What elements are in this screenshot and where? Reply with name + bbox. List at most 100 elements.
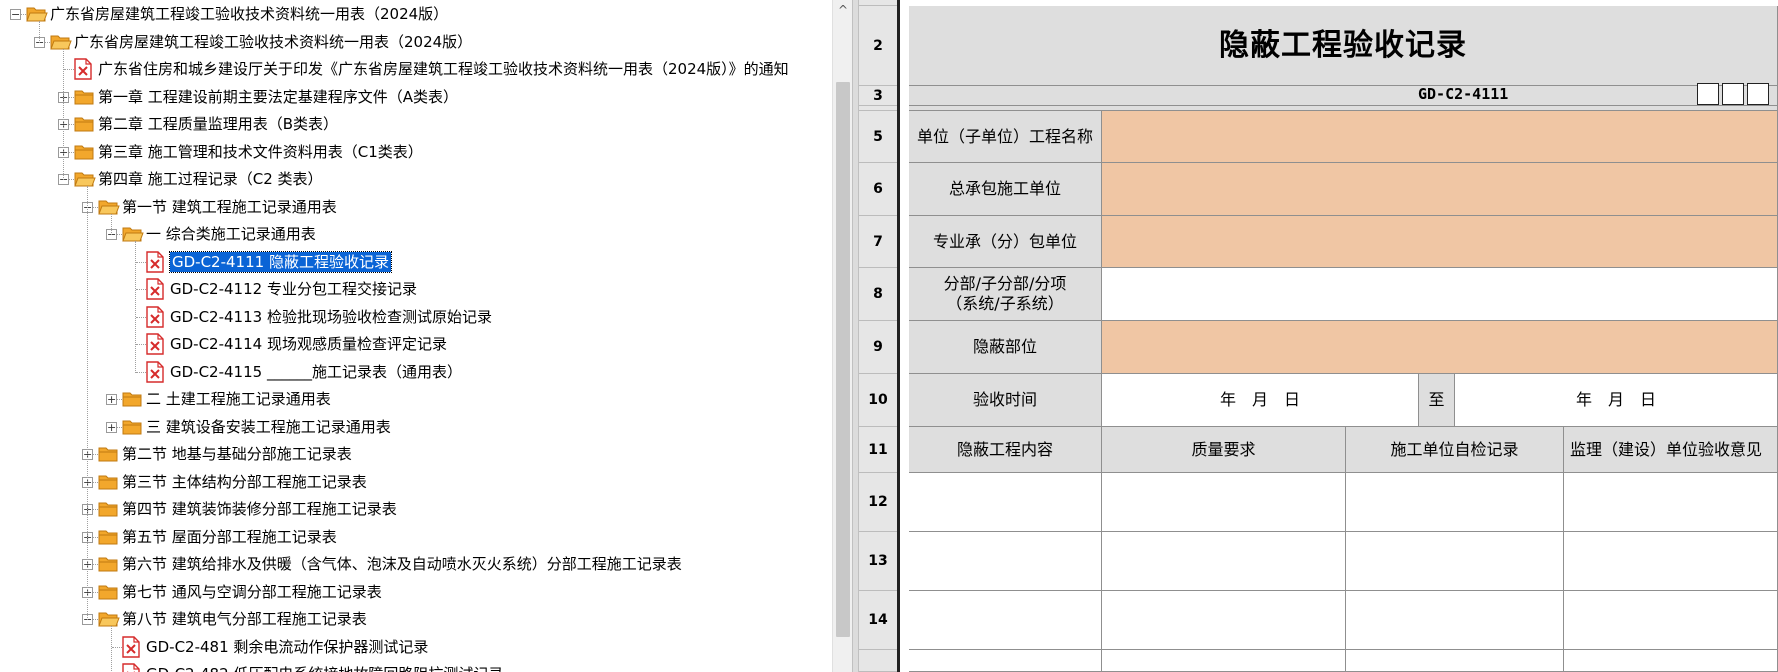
tree-item-label[interactable]: 一 综合类施工记录通用表	[146, 224, 316, 244]
tree-item-folder[interactable]: + 第七节 通风与空调分部工程施工记录表	[0, 579, 830, 606]
label-acceptance-time[interactable]: 验收时间	[909, 374, 1102, 427]
input-division[interactable]	[1102, 268, 1778, 321]
row-header-10[interactable]: 10	[859, 374, 897, 427]
tree-item-label[interactable]: GD-C2-4114 现场观感质量检查评定记录	[170, 334, 447, 354]
row-header-5[interactable]: 5	[859, 111, 897, 163]
col-header-self-check[interactable]: 施工单位自检记录	[1346, 427, 1564, 473]
row-header-12[interactable]: 12	[859, 473, 897, 532]
scroll-up-arrow-icon[interactable]: ^	[833, 0, 853, 20]
tree-item-document[interactable]: GD-C2-4112 专业分包工程交接记录	[0, 276, 830, 303]
tree-item-label[interactable]: 第四节 建筑装饰装修分部工程施工记录表	[122, 499, 397, 519]
tree-item-folder[interactable]: + 第二章 工程质量监理用表（B类表）	[0, 111, 830, 138]
tree-item-folder[interactable]: − 一 综合类施工记录通用表	[0, 221, 830, 248]
tree-item-folder[interactable]: + 三 建筑设备安装工程施工记录通用表	[0, 414, 830, 441]
tree-item-folder[interactable]: − 第一节 建筑工程施工记录通用表	[0, 194, 830, 221]
tree-item-folder[interactable]: + 第三章 施工管理和技术文件资料用表（C1类表）	[0, 139, 830, 166]
input-hidden-location[interactable]	[1102, 321, 1778, 374]
code-box-1[interactable]	[1697, 83, 1719, 105]
col-header-quality[interactable]: 质量要求	[1102, 427, 1346, 473]
tree-item-folder[interactable]: + 第二节 地基与基础分部施工记录表	[0, 441, 830, 468]
code-box-2[interactable]	[1722, 83, 1744, 105]
label-general-contractor[interactable]: 总承包施工单位	[909, 163, 1102, 216]
tree-item-folder[interactable]: + 第一章 工程建设前期主要法定基建程序文件（A类表）	[0, 84, 830, 111]
tree-item-label[interactable]: 二 土建工程施工记录通用表	[146, 389, 331, 409]
tree-item-label[interactable]: GD-C2-4113 检验批现场验收检查测试原始记录	[170, 307, 492, 327]
cell-12-self-check[interactable]	[1346, 473, 1564, 532]
tree-item-folder[interactable]: − 第四章 施工过程记录（C2 类表）	[0, 166, 830, 193]
cell-12-content[interactable]	[909, 473, 1102, 532]
col-header-supervisor[interactable]: 监理（建设）单位验收意见	[1564, 427, 1778, 473]
label-hidden-location[interactable]: 隐蔽部位	[909, 321, 1102, 374]
col-header-content[interactable]: 隐蔽工程内容	[909, 427, 1102, 473]
tree-item-label[interactable]: 第三节 主体结构分部工程施工记录表	[122, 472, 367, 492]
cell-15-self-check[interactable]	[1346, 650, 1564, 672]
tree-item-folder[interactable]: + 第五节 屋面分部工程施工记录表	[0, 524, 830, 551]
cell-14-supervisor[interactable]	[1564, 591, 1778, 650]
tree-item-label[interactable]: 第四章 施工过程记录（C2 类表）	[98, 169, 323, 189]
tree-item-document[interactable]: GD-C2-482 低压配电系统接地故障回路阻抗测试记录	[0, 661, 830, 672]
label-subcontractor[interactable]: 专业承（分）包单位	[909, 216, 1102, 268]
tree-item-label[interactable]: 第二章 工程质量监理用表（B类表）	[98, 114, 338, 134]
tree-view-panel[interactable]: − 广东省房屋建筑工程竣工验收技术资料统一用表（2024版） − 广东省房屋建筑工程竣…	[0, 0, 855, 672]
tree-item-label[interactable]: 三 建筑设备安装工程施工记录通用表	[146, 417, 391, 437]
tree-item-label[interactable]: 第一节 建筑工程施工记录通用表	[122, 197, 337, 217]
tree-item-label[interactable]: 第六节 建筑给排水及供暖（含气体、泡沫及自动喷水灭火系统）分部工程施工记录表	[122, 554, 682, 574]
spreadsheet-view[interactable]: 2 3 5 6 7 8 9 10 11 12 13 14 隐蔽工程验收记录 GD…	[859, 0, 1778, 672]
row-header-3[interactable]: 3	[859, 86, 897, 106]
tree-item-document[interactable]: 广东省住房和城乡建设厅关于印发《广东省房屋建筑工程竣工验收技术资料统一用表（20…	[0, 56, 830, 83]
cell-15-supervisor[interactable]	[1564, 650, 1778, 672]
label-unit-project-name[interactable]: 单位（子单位）工程名称	[909, 111, 1102, 163]
tree-item-folder[interactable]: + 第六节 建筑给排水及供暖（含气体、泡沫及自动喷水灭火系统）分部工程施工记录表	[0, 551, 830, 578]
collapse-icon[interactable]: −	[10, 9, 21, 20]
tree-item-folder[interactable]: − 第八节 建筑电气分部工程施工记录表	[0, 606, 830, 633]
row-header-2[interactable]: 2	[859, 6, 897, 86]
row-header-6[interactable]: 6	[859, 163, 897, 216]
tree-item-document[interactable]: GD-C2-481 剩余电流动作保护器测试记录	[0, 634, 830, 661]
row-header-13[interactable]: 13	[859, 532, 897, 591]
tree-item-label[interactable]: 广东省住房和城乡建设厅关于印发《广东省房屋建筑工程竣工验收技术资料统一用表（20…	[98, 59, 789, 79]
cell-12-supervisor[interactable]	[1564, 473, 1778, 532]
cell-12-quality[interactable]	[1102, 473, 1346, 532]
label-date-to[interactable]: 至	[1419, 374, 1455, 427]
cell-14-quality[interactable]	[1102, 591, 1346, 650]
tree-item-folder[interactable]: + 第四节 建筑装饰装修分部工程施工记录表	[0, 496, 830, 523]
input-subcontractor[interactable]	[1102, 216, 1778, 268]
row-header-11[interactable]: 11	[859, 427, 897, 473]
row-header-9[interactable]: 9	[859, 321, 897, 374]
label-division[interactable]: 分部/子分部/分项 （系统/子系统）	[909, 268, 1102, 321]
cell-15-content[interactable]	[909, 650, 1102, 672]
expand-icon[interactable]: +	[106, 422, 117, 433]
form-title[interactable]: 隐蔽工程验收记录	[909, 6, 1778, 86]
tree-item-label[interactable]: GD-C2-4112 专业分包工程交接记录	[170, 279, 417, 299]
cell-13-self-check[interactable]	[1346, 532, 1564, 591]
cell-15-quality[interactable]	[1102, 650, 1346, 672]
tree-item-label[interactable]: 广东省房屋建筑工程竣工验收技术资料统一用表（2024版）	[50, 4, 448, 24]
tree-item-label[interactable]: 第八节 建筑电气分部工程施工记录表	[122, 609, 367, 629]
input-date-to[interactable]: 年 月 日	[1455, 374, 1778, 427]
tree-item-label[interactable]: 第一章 工程建设前期主要法定基建程序文件（A类表）	[98, 87, 458, 107]
tree-item-label[interactable]: 第二节 地基与基础分部施工记录表	[122, 444, 352, 464]
cell-14-content[interactable]	[909, 591, 1102, 650]
tree-item-label[interactable]: 第五节 屋面分部工程施工记录表	[122, 527, 337, 547]
pane-splitter[interactable]	[852, 0, 859, 672]
tree-item-label[interactable]: 广东省房屋建筑工程竣工验收技术资料统一用表（2024版）	[74, 32, 472, 52]
tree-item-folder[interactable]: + 二 土建工程施工记录通用表	[0, 386, 830, 413]
code-box-3[interactable]	[1747, 83, 1769, 105]
tree-item-document[interactable]: GD-C2-4113 检验批现场验收检查测试原始记录	[0, 304, 830, 331]
tree-item-document[interactable]: GD-C2-4115 ______施工记录表（通用表）	[0, 359, 830, 386]
cell-13-supervisor[interactable]	[1564, 532, 1778, 591]
tree-item-label[interactable]: GD-C2-481 剩余电流动作保护器测试记录	[146, 637, 428, 657]
tree-item-label[interactable]: 第七节 通风与空调分部工程施工记录表	[122, 582, 382, 602]
tree-item-label[interactable]: GD-C2-482 低压配电系统接地故障回路阻抗测试记录	[146, 664, 503, 672]
row-header-14[interactable]: 14	[859, 591, 897, 650]
cell-13-content[interactable]	[909, 532, 1102, 591]
tree-item-folder[interactable]: − 广东省房屋建筑工程竣工验收技术资料统一用表（2024版）	[0, 29, 830, 56]
input-general-contractor[interactable]	[1102, 163, 1778, 216]
tree-vertical-scrollbar[interactable]: ^	[832, 0, 852, 672]
scrollbar-thumb[interactable]	[836, 82, 850, 637]
tree-item-document[interactable]: GD-C2-4111 隐蔽工程验收记录	[0, 249, 830, 276]
tree-item-document[interactable]: GD-C2-4114 现场观感质量检查评定记录	[0, 331, 830, 358]
cell-14-self-check[interactable]	[1346, 591, 1564, 650]
input-unit-project-name[interactable]	[1102, 111, 1778, 163]
tree-item-folder[interactable]: − 广东省房屋建筑工程竣工验收技术资料统一用表（2024版）	[0, 1, 830, 28]
